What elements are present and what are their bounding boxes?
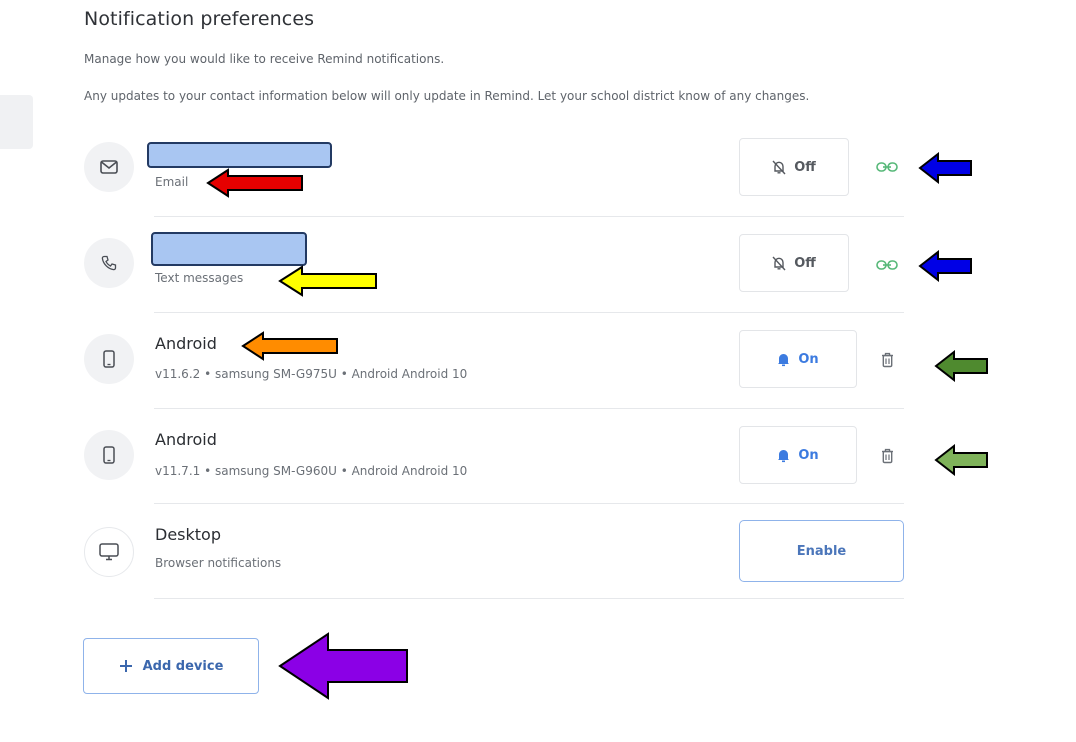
mobile-device-icon [84,430,134,480]
mobile-device-icon [84,334,134,384]
device-details: v11.6.2 • samsung SM-G975U • Android And… [155,367,468,381]
page-title: Notification preferences [84,8,315,30]
light-green-annotation-arrow [934,444,988,476]
enable-label: Enable [796,543,847,559]
channel-type-label: Email [155,175,189,189]
notification-preferences-page: Notification preferences Manage how you … [0,0,1076,742]
device-name: Android [155,334,217,353]
bell-off-icon [772,256,786,270]
android-1-toggle-label: On [798,351,819,367]
redacted-phone-number [151,232,307,266]
red-annotation-arrow [206,168,303,198]
bell-off-icon [772,160,786,174]
device-name: Desktop [155,525,221,544]
blue-annotation-arrow-2 [918,250,972,282]
trash-icon[interactable] [881,352,894,368]
link-icon[interactable] [876,259,898,271]
add-device-label: Add device [142,658,224,674]
plus-icon [119,660,132,672]
text-toggle-button[interactable]: Off [739,234,849,292]
android-2-toggle-button[interactable]: On [739,426,857,484]
contact-update-note: Any updates to your contact information … [84,89,810,103]
mail-icon [84,142,134,192]
redacted-email [147,142,332,168]
text-messages-row: Text messages Off [0,216,1076,313]
dark-green-annotation-arrow [934,350,988,382]
device-details: v11.7.1 • samsung SM-G960U • Android And… [155,464,468,478]
desktop-row: Desktop Browser notifications Enable [0,503,1076,599]
bell-icon [778,353,790,366]
channel-type-label: Text messages [155,271,244,285]
desktop-icon [84,527,134,577]
email-row: Email Off [0,120,1076,217]
device-details: Browser notifications [155,556,282,570]
page-subtitle: Manage how you would like to receive Rem… [84,52,445,66]
trash-icon[interactable] [881,448,894,464]
email-toggle-label: Off [794,159,816,175]
orange-annotation-arrow [241,331,338,361]
android-1-toggle-button[interactable]: On [739,330,857,388]
blue-annotation-arrow-1 [918,152,972,184]
add-device-button[interactable]: Add device [83,638,259,694]
device-name: Android [155,430,217,449]
text-toggle-label: Off [794,255,816,271]
android-device-row-1: Android v11.6.2 • samsung SM-G975U • And… [0,312,1076,409]
android-2-toggle-label: On [798,447,819,463]
yellow-annotation-arrow [278,265,377,297]
android-device-row-2: Android v11.7.1 • samsung SM-G960U • And… [0,408,1076,504]
enable-desktop-button[interactable]: Enable [739,520,904,582]
bell-icon [778,449,790,462]
phone-icon [84,238,134,288]
email-toggle-button[interactable]: Off [739,138,849,196]
row-divider [154,598,904,599]
link-icon[interactable] [876,161,898,173]
purple-annotation-arrow [278,632,408,700]
